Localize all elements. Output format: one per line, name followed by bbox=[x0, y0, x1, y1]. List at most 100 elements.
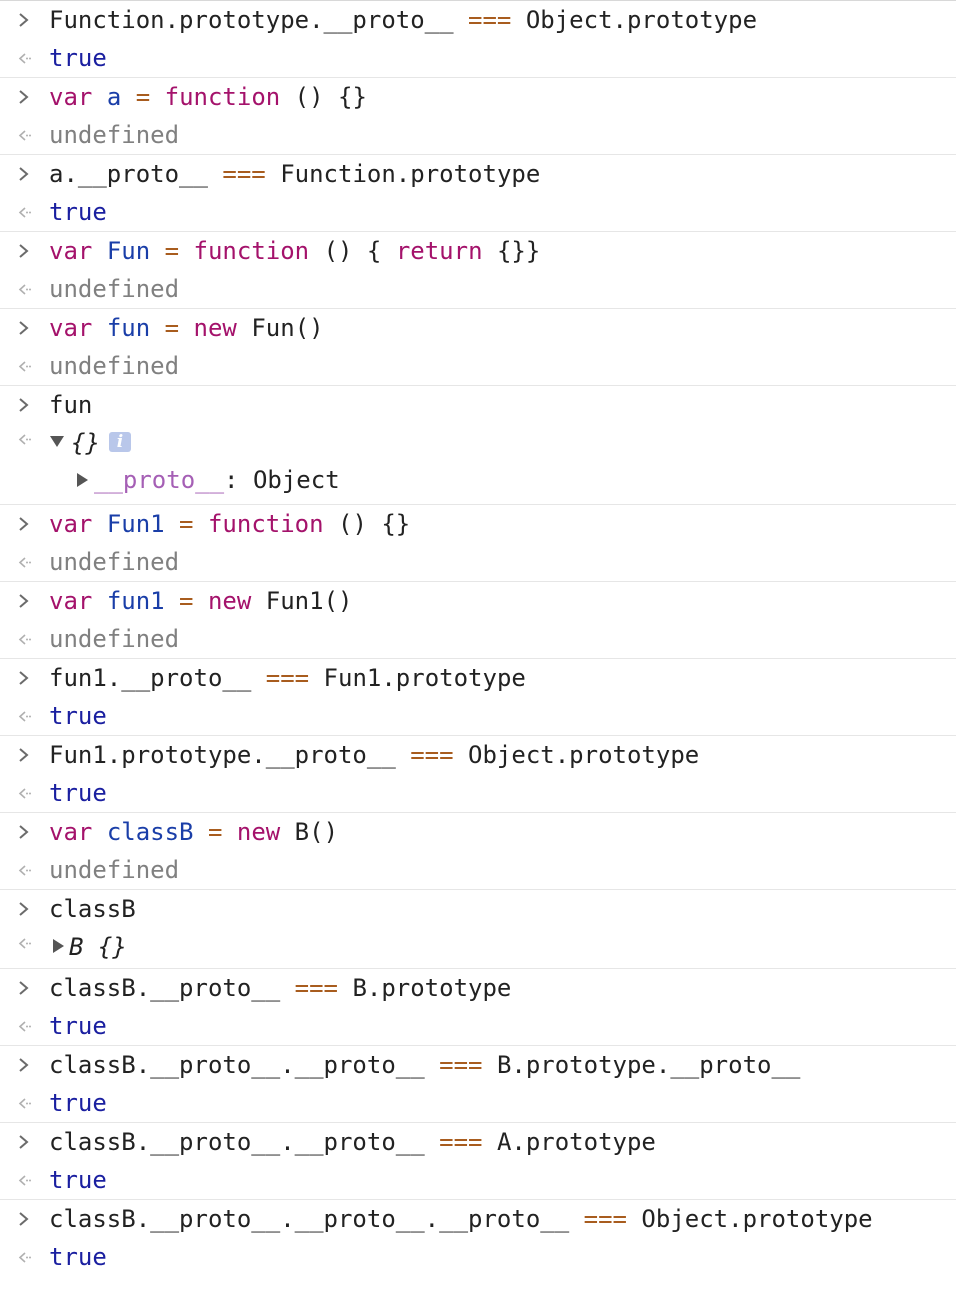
console-entry: var fun = new Fun() undefined bbox=[0, 308, 956, 385]
output-line: true bbox=[0, 1007, 956, 1045]
info-icon[interactable]: i bbox=[109, 432, 131, 452]
input-line: var classB = new B() bbox=[0, 813, 956, 851]
console-entry: var Fun1 = function () {} undefined bbox=[0, 504, 956, 581]
input-code: var Fun1 = function () {} bbox=[49, 509, 410, 539]
console-entry: var a = function () {} undefined bbox=[0, 77, 956, 154]
property-text: __proto__: Object bbox=[94, 465, 340, 495]
code-token: B() bbox=[280, 818, 339, 846]
input-line: fun bbox=[0, 386, 956, 424]
input-line: Function.prototype.__proto__ === Object.… bbox=[0, 1, 956, 39]
output-line: true bbox=[0, 697, 956, 735]
chevron-right-icon bbox=[12, 1127, 36, 1157]
code-token: === bbox=[424, 1051, 497, 1079]
input-code: classB.__proto__.__proto__.__proto__ ===… bbox=[49, 1204, 873, 1234]
output-line: true bbox=[0, 1084, 956, 1122]
code-token: Object.prototype bbox=[641, 1205, 873, 1233]
object-property[interactable]: __proto__: Object bbox=[0, 464, 956, 504]
collapse-triangle-icon[interactable] bbox=[77, 473, 88, 487]
code-token: classB.__proto__.__proto__ bbox=[49, 1128, 425, 1156]
preview-braces: {} bbox=[97, 933, 127, 961]
input-line: a.__proto__ === Function.prototype bbox=[0, 155, 956, 193]
result-arrow-icon bbox=[12, 778, 36, 808]
output-line: undefined bbox=[0, 116, 956, 154]
input-line: Fun1.prototype.__proto__ === Object.prot… bbox=[0, 736, 956, 774]
input-code: classB.__proto__.__proto__ === A.prototy… bbox=[49, 1127, 656, 1157]
code-token: fun bbox=[49, 391, 93, 419]
expand-triangle-icon[interactable] bbox=[50, 436, 64, 447]
code-token: classB bbox=[106, 818, 194, 846]
property-separator: : bbox=[224, 466, 253, 494]
output-value: undefined bbox=[49, 352, 180, 380]
code-token: = bbox=[164, 587, 208, 615]
object-preview: B {} bbox=[69, 932, 127, 962]
object-collapsed[interactable]: B {} bbox=[0, 928, 956, 968]
console-entry: a.__proto__ === Function.prototype true bbox=[0, 154, 956, 231]
code-token: var bbox=[49, 818, 93, 846]
chevron-right-icon bbox=[12, 313, 36, 343]
console-entry: var Fun = function () { return {}} undefi… bbox=[0, 231, 956, 308]
chevron-right-icon bbox=[12, 894, 36, 924]
console-entry: Function.prototype.__proto__ === Object.… bbox=[0, 0, 956, 77]
code-token: === bbox=[424, 1128, 497, 1156]
collapse-triangle-icon[interactable] bbox=[53, 939, 64, 953]
input-line: classB.__proto__ === B.prototype bbox=[0, 969, 956, 1007]
code-token: B.prototype.__proto__ bbox=[496, 1051, 801, 1079]
output-line: undefined bbox=[0, 347, 956, 385]
console-entry: classB B {} bbox=[0, 889, 956, 968]
code-token: () {} bbox=[323, 510, 411, 538]
code-token: a.__proto__ bbox=[49, 160, 208, 188]
output-value: true bbox=[49, 1166, 107, 1194]
input-line: classB.__proto__.__proto__ === B.prototy… bbox=[0, 1046, 956, 1084]
input-line: var fun1 = new Fun1() bbox=[0, 582, 956, 620]
input-line: var a = function () {} bbox=[0, 78, 956, 116]
console-entry: classB.__proto__.__proto__ === B.prototy… bbox=[0, 1045, 956, 1122]
object-header[interactable]: {} i bbox=[0, 424, 956, 464]
code-token: a bbox=[106, 83, 122, 111]
input-code: var fun = new Fun() bbox=[49, 313, 324, 343]
chevron-right-icon bbox=[12, 586, 36, 616]
output-value: undefined bbox=[49, 548, 180, 576]
code-token: classB bbox=[49, 895, 136, 923]
code-token: Function.prototype bbox=[280, 160, 541, 188]
code-token: fun bbox=[106, 314, 151, 342]
output-line: undefined bbox=[0, 851, 956, 889]
output-line: undefined bbox=[0, 620, 956, 658]
result-arrow-icon bbox=[12, 1165, 36, 1195]
output-value: true bbox=[49, 44, 107, 72]
input-code: fun1.__proto__ === Fun1.prototype bbox=[49, 663, 526, 693]
chevron-right-icon bbox=[12, 82, 36, 112]
code-token: = bbox=[121, 83, 165, 111]
console-entry: classB.__proto__.__proto__.__proto__ ===… bbox=[0, 1199, 956, 1276]
output-line: true bbox=[0, 39, 956, 77]
console-entry: fun1.__proto__ === Fun1.prototype true bbox=[0, 658, 956, 735]
output-line: true bbox=[0, 1238, 956, 1276]
output-value: true bbox=[49, 779, 107, 807]
input-line: var Fun = function () { return {}} bbox=[0, 232, 956, 270]
code-token: new bbox=[193, 314, 237, 342]
code-token: === bbox=[207, 160, 281, 188]
console-entry: Fun1.prototype.__proto__ === Object.prot… bbox=[0, 735, 956, 812]
input-line: classB.__proto__.__proto__.__proto__ ===… bbox=[0, 1200, 956, 1238]
code-token: A.prototype bbox=[496, 1128, 656, 1156]
chevron-right-icon bbox=[12, 1050, 36, 1080]
chevron-right-icon bbox=[12, 390, 36, 420]
input-code: classB.__proto__.__proto__ === B.prototy… bbox=[49, 1050, 800, 1080]
output-value: undefined bbox=[49, 856, 180, 884]
output-line: true bbox=[0, 774, 956, 812]
output-value: undefined bbox=[49, 625, 180, 653]
class-name: B bbox=[69, 933, 84, 961]
code-token: = bbox=[193, 818, 237, 846]
code-token: fun1.__proto__ bbox=[49, 664, 252, 692]
input-code: Fun1.prototype.__proto__ === Object.prot… bbox=[49, 740, 699, 770]
console-entry: var classB = new B() undefined bbox=[0, 812, 956, 889]
input-code: Function.prototype.__proto__ === Object.… bbox=[49, 5, 757, 35]
code-token: function bbox=[164, 83, 281, 111]
code-token: Fun1() bbox=[251, 587, 353, 615]
code-token: () { bbox=[309, 237, 396, 265]
chevron-right-icon bbox=[12, 236, 36, 266]
output-line: true bbox=[0, 193, 956, 231]
